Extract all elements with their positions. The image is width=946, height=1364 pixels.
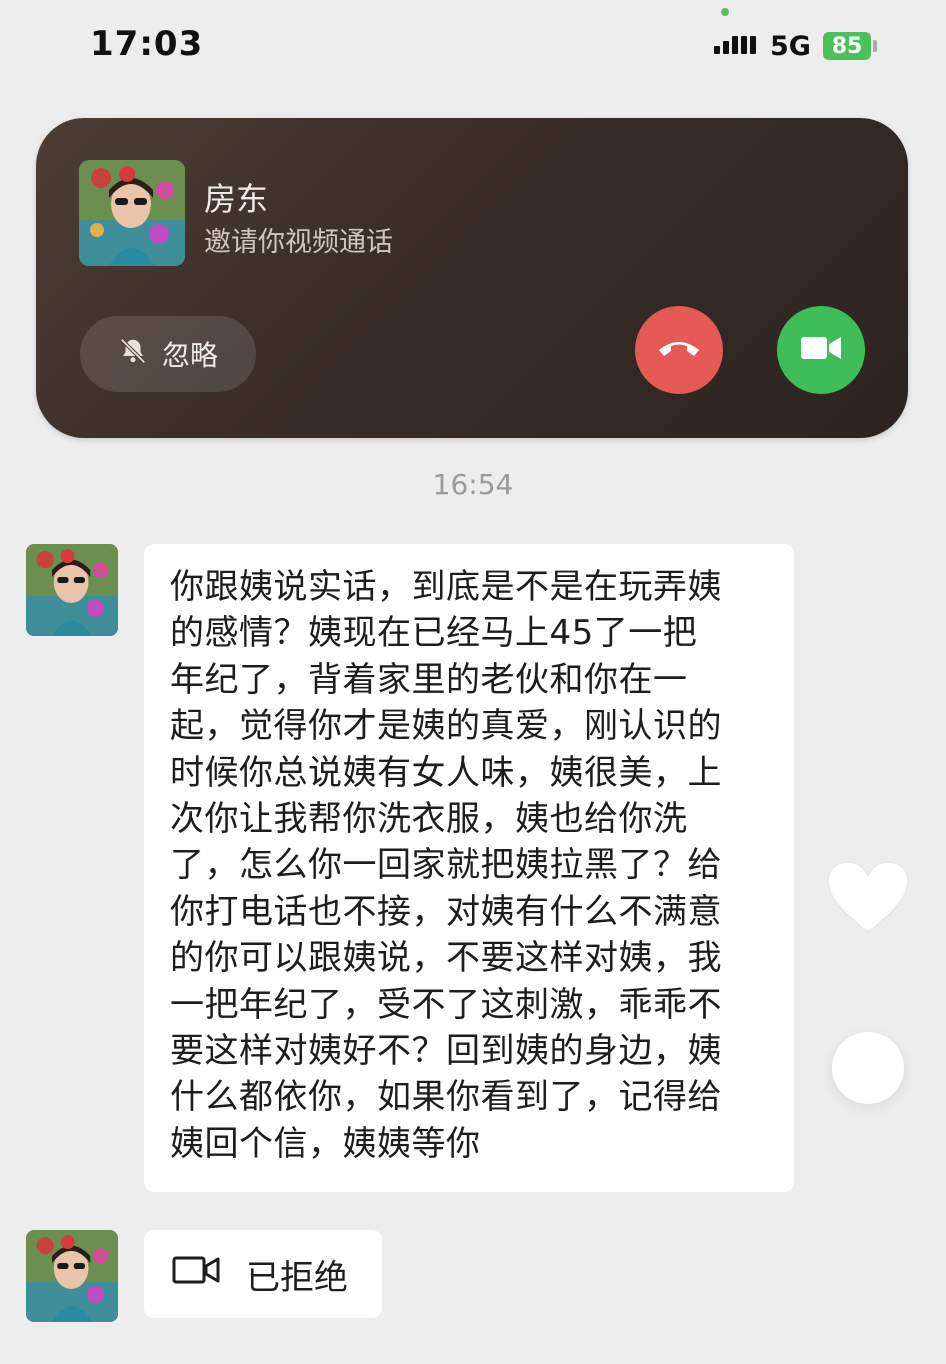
signal-strength-icon [714,36,756,54]
battery-level: 85 [823,32,871,60]
message-line: 姨回个信，姨姨等你 [170,1123,481,1164]
chat-timestamp: 16:54 [432,468,514,501]
message-line: 要这样对姨好不？回到姨的身边，姨 [170,1031,722,1072]
message-line: 时候你总说姨有女人味，姨很美，上 [170,752,722,793]
battery-icon [873,40,877,52]
message-bubble[interactable]: 你跟姨说实话，到底是不是在玩弄姨 的感情？姨现在已经马上45了一把 年纪了，背着… [144,544,794,1192]
caller-name: 房东 [204,180,269,218]
heart-icon[interactable] [826,860,910,940]
status-time: 17:03 [90,24,204,64]
message-line: 年纪了，背着家里的老伙和你在一 [170,659,688,700]
bell-muted-icon [118,336,148,373]
message-line: 什么都依你，如果你看到了，记得给 [170,1077,722,1118]
ignore-button[interactable]: 忽略 [80,316,256,392]
message-line: 了，怎么你一回家就把姨拉黑了？给 [170,845,722,886]
message-line: 的感情？姨现在已经马上45了一把 [170,613,698,654]
sender-avatar[interactable] [26,544,118,636]
message-line: 你打电话也不接，对姨有什么不满意 [170,891,722,932]
message-line: 你跟姨说实话，到底是不是在玩弄姨 [170,567,722,607]
message-line: 次你让我帮你洗衣服，姨也给你洗 [170,799,688,840]
rejected-video-call-bubble[interactable]: 已拒绝 [144,1230,382,1318]
phone-hangup-icon [656,336,702,364]
incoming-video-call-card[interactable]: 房东 邀请你视频通话 忽略 [36,118,908,438]
caller-avatar [79,160,185,266]
video-camera-icon [801,335,841,365]
network-type: 5G [770,31,811,62]
call-status-text: 已拒绝 [246,1257,348,1298]
message-line: 一把年纪了，受不了这刺激，乖乖不 [170,984,722,1025]
decline-call-button[interactable] [635,306,723,394]
sender-avatar[interactable] [26,1230,118,1322]
floating-bubble-icon[interactable] [832,1032,904,1104]
call-invite-text: 邀请你视频通话 [204,227,393,258]
ignore-label: 忽略 [161,339,218,372]
message-line: 起，觉得你才是姨的真爱，刚认识的 [170,706,722,747]
video-camera-outline-icon [172,1254,220,1295]
privacy-dot-indicator [721,8,729,16]
message-line: 的你可以跟姨说，不要这样对姨，我 [170,938,722,979]
accept-video-call-button[interactable] [777,306,865,394]
